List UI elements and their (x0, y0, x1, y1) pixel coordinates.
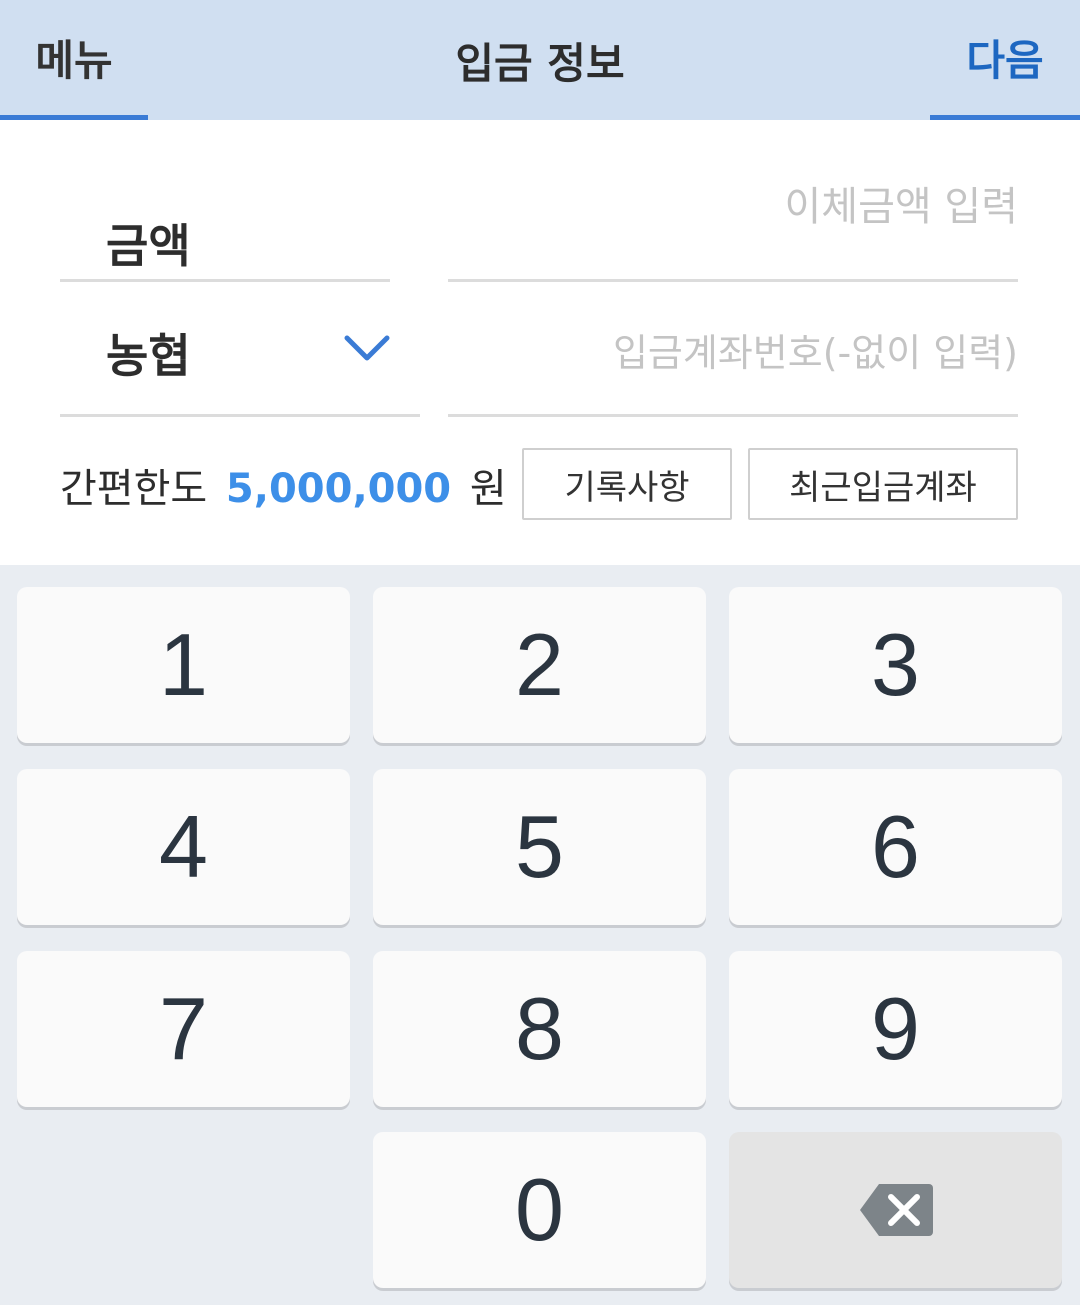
key-2[interactable]: 2 (373, 587, 706, 743)
bank-select-value: 농협 (106, 329, 191, 383)
recent-accounts-button[interactable]: 최근입금계좌 (748, 448, 1018, 520)
limit-unit: 원 (469, 466, 507, 512)
deposit-form: 금액 농협 간편한도 5,000,000 원 기록사항 최근입금계좌 (0, 120, 1080, 565)
key-9[interactable]: 9 (729, 951, 1062, 1107)
menu-button[interactable]: 메뉴 (0, 0, 148, 120)
bank-select[interactable]: 농협 (60, 282, 420, 417)
easy-limit: 간편한도 5,000,000 원 (60, 456, 507, 514)
key-8[interactable]: 8 (373, 951, 706, 1107)
chevron-down-icon (344, 335, 390, 361)
limit-amount: 5,000,000 (225, 466, 452, 512)
next-button[interactable]: 다음 (930, 0, 1080, 120)
backspace-button[interactable] (729, 1132, 1062, 1288)
amount-label-cell: 금액 (60, 180, 390, 282)
limit-label: 간편한도 (60, 466, 208, 512)
history-button[interactable]: 기록사항 (522, 448, 732, 520)
deposit-info-screen: 메뉴 입금 정보 다음 금액 농협 간편한도 5,000,000 원 기록사항 … (0, 0, 1080, 1305)
backspace-icon (859, 1184, 933, 1236)
amount-input[interactable] (448, 180, 1018, 282)
key-7[interactable]: 7 (17, 951, 350, 1107)
key-4[interactable]: 4 (17, 769, 350, 925)
amount-label: 금액 (106, 219, 191, 273)
key-1[interactable]: 1 (17, 587, 350, 743)
key-6[interactable]: 6 (729, 769, 1062, 925)
numeric-keypad: 1 2 3 4 5 6 7 8 9 0 (0, 565, 1080, 1305)
page-title: 입금 정보 (455, 38, 625, 88)
key-5[interactable]: 5 (373, 769, 706, 925)
key-3[interactable]: 3 (729, 587, 1062, 743)
account-number-input[interactable] (448, 282, 1018, 417)
header: 메뉴 입금 정보 다음 (0, 0, 1080, 120)
key-0[interactable]: 0 (373, 1132, 706, 1288)
